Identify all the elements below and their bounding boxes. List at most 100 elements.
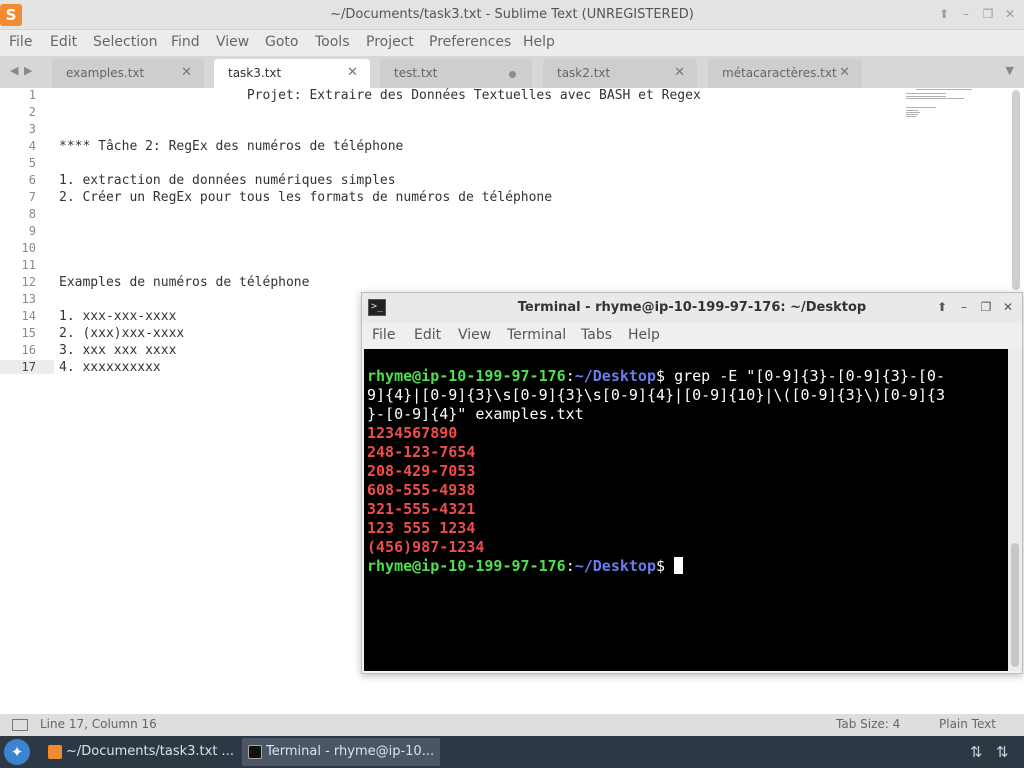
line-number: 13 xyxy=(21,292,36,306)
terminal-icon xyxy=(248,745,262,759)
prompt-symbol: $ xyxy=(656,557,675,575)
terminal-menu-bar: File Edit View Terminal Tabs Help xyxy=(362,323,1022,349)
terminal-window[interactable]: >_ Terminal - rhyme@ip-10-199-97-176: ~/… xyxy=(361,292,1023,674)
minimap[interactable] xyxy=(900,88,990,128)
tab-label: test.txt xyxy=(394,66,438,80)
minimize-icon[interactable]: – xyxy=(958,6,974,22)
tab-next-icon[interactable]: ▶ xyxy=(24,64,32,77)
terminal-title: Terminal - rhyme@ip-10-199-97-176: ~/Des… xyxy=(517,300,867,315)
terminal-shade-icon[interactable]: ⬆ xyxy=(934,299,950,315)
code-line: 4. xxxxxxxxxx xyxy=(59,360,161,375)
start-menu-icon[interactable]: ✦ xyxy=(4,739,30,765)
tab-label: task3.txt xyxy=(228,66,282,80)
menu-file[interactable]: File xyxy=(9,34,32,50)
line-number: 11 xyxy=(21,258,36,272)
line-number: 7 xyxy=(28,190,36,204)
line-number: 10 xyxy=(21,241,36,255)
tab-close-icon[interactable]: ✕ xyxy=(181,65,192,80)
terminal-scrollbar-thumb[interactable] xyxy=(1011,543,1019,667)
menu-project[interactable]: Project xyxy=(366,34,414,50)
menu-edit[interactable]: Edit xyxy=(50,34,77,50)
tab-task3[interactable]: task3.txt ✕ xyxy=(214,59,370,88)
close-icon[interactable]: ✕ xyxy=(1002,6,1018,22)
window-title: ~/Documents/task3.txt - Sublime Text (UN… xyxy=(330,7,694,22)
line-number: 14 xyxy=(21,309,36,323)
terminal-minimize-icon[interactable]: – xyxy=(956,299,972,315)
line-number: 12 xyxy=(21,275,36,289)
code-line: 2. (xxx)xxx-xxxx xyxy=(59,326,185,341)
prompt-symbol: $ xyxy=(656,367,675,385)
tab-task2[interactable]: task2.txt ✕ xyxy=(543,59,697,88)
line-gutter: 1 2 3 4 5 6 7 8 9 10 11 12 13 14 15 16 1… xyxy=(0,88,54,714)
cursor-position: Line 17, Column 16 xyxy=(40,717,157,731)
menu-tools[interactable]: Tools xyxy=(315,34,350,50)
taskbar-item-label: ~/Documents/task3.txt ... xyxy=(66,744,234,759)
output-line: 1234567890 xyxy=(367,424,458,442)
menu-find[interactable]: Find xyxy=(171,34,200,50)
taskbar-item-sublime[interactable]: ~/Documents/task3.txt ... xyxy=(42,738,240,766)
line-number: 6 xyxy=(28,173,36,187)
terminal-menu-edit[interactable]: Edit xyxy=(414,327,441,343)
line-number: 2 xyxy=(28,105,36,119)
line-number: 8 xyxy=(28,207,36,221)
line-number: 3 xyxy=(28,122,36,136)
tab-close-icon[interactable]: ✕ xyxy=(839,65,850,80)
terminal-menu-file[interactable]: File xyxy=(372,327,395,343)
code-line: 2. Créer un RegEx pour tous les formats … xyxy=(59,190,553,205)
menu-help[interactable]: Help xyxy=(523,34,555,50)
tab-metacaracteres[interactable]: métacaractères.txt ✕ xyxy=(708,59,862,88)
prompt-path: ~/Desktop xyxy=(574,367,656,385)
output-line: 321-555-4321 xyxy=(367,500,476,518)
taskbar-item-terminal[interactable]: Terminal - rhyme@ip-10... xyxy=(242,738,440,766)
panel-toggle-icon[interactable] xyxy=(12,719,28,731)
code-line: Examples de numéros de téléphone xyxy=(59,275,310,290)
tab-test[interactable]: test.txt xyxy=(380,59,532,88)
taskbar-item-label: Terminal - rhyme@ip-10... xyxy=(266,744,435,759)
tab-label: task2.txt xyxy=(557,66,611,80)
tab-size[interactable]: Tab Size: 4 xyxy=(836,717,900,731)
terminal-scrollbar[interactable] xyxy=(1008,349,1022,671)
prompt-path: ~/Desktop xyxy=(574,557,656,575)
command-text: grep -E "[0-9]{3}-[0-9]{3}-[0- xyxy=(674,367,945,385)
menu-goto[interactable]: Goto xyxy=(265,34,298,50)
prompt-separator: : xyxy=(565,367,575,385)
terminal-prompt-line: rhyme@ip-10-199-97-176:~/Desktop$ xyxy=(367,557,684,576)
network-down-icon[interactable]: ⇅ xyxy=(996,743,1009,761)
terminal-cursor xyxy=(674,557,684,574)
prompt-user: rhyme@ip-10-199-97-176 xyxy=(367,557,566,575)
prompt-separator: : xyxy=(565,557,575,575)
line-number: 16 xyxy=(21,343,36,357)
tab-label: examples.txt xyxy=(66,66,145,80)
network-up-icon[interactable]: ⇅ xyxy=(970,743,983,761)
terminal-menu-terminal[interactable]: Terminal xyxy=(507,327,566,343)
tab-dropdown-icon[interactable]: ▼ xyxy=(1006,64,1014,77)
terminal-menu-view[interactable]: View xyxy=(458,327,491,343)
tab-examples[interactable]: examples.txt ✕ xyxy=(52,59,204,88)
menu-preferences[interactable]: Preferences xyxy=(429,34,511,50)
tab-close-icon[interactable]: ✕ xyxy=(674,65,685,80)
menu-view[interactable]: View xyxy=(216,34,249,50)
output-line: 123 555 1234 xyxy=(367,519,476,537)
window-titlebar: S ~/Documents/task3.txt - Sublime Text (… xyxy=(0,0,1024,30)
code-line: Projet: Extraire des Données Textuelles … xyxy=(59,88,701,103)
terminal-screen[interactable]: rhyme@ip-10-199-97-176:~/Desktop$ grep -… xyxy=(364,349,1008,671)
tab-prev-icon[interactable]: ◀ xyxy=(10,64,18,77)
syntax-mode[interactable]: Plain Text xyxy=(939,717,996,731)
line-number: 15 xyxy=(21,326,36,340)
command-text-wrap: }-[0-9]{4}" examples.txt xyxy=(367,405,584,423)
tab-close-icon[interactable]: ✕ xyxy=(347,65,358,80)
terminal-titlebar: >_ Terminal - rhyme@ip-10-199-97-176: ~/… xyxy=(362,293,1022,323)
status-bar: Line 17, Column 16 Tab Size: 4 Plain Tex… xyxy=(0,714,1024,736)
modified-dot-icon[interactable] xyxy=(509,71,516,78)
terminal-close-icon[interactable]: ✕ xyxy=(1000,299,1016,315)
taskbar: ✦ ~/Documents/task3.txt ... Terminal - r… xyxy=(0,736,1024,768)
maximize-icon[interactable]: ❐ xyxy=(980,6,996,22)
terminal-maximize-icon[interactable]: ❐ xyxy=(978,299,994,315)
editor-scrollbar[interactable] xyxy=(1012,90,1020,290)
sublime-icon xyxy=(48,745,62,759)
shade-icon[interactable]: ⬆ xyxy=(936,6,952,22)
terminal-menu-tabs[interactable]: Tabs xyxy=(581,327,612,343)
terminal-menu-help[interactable]: Help xyxy=(628,327,660,343)
line-number-current: 17 xyxy=(0,360,54,374)
menu-selection[interactable]: Selection xyxy=(93,34,158,50)
